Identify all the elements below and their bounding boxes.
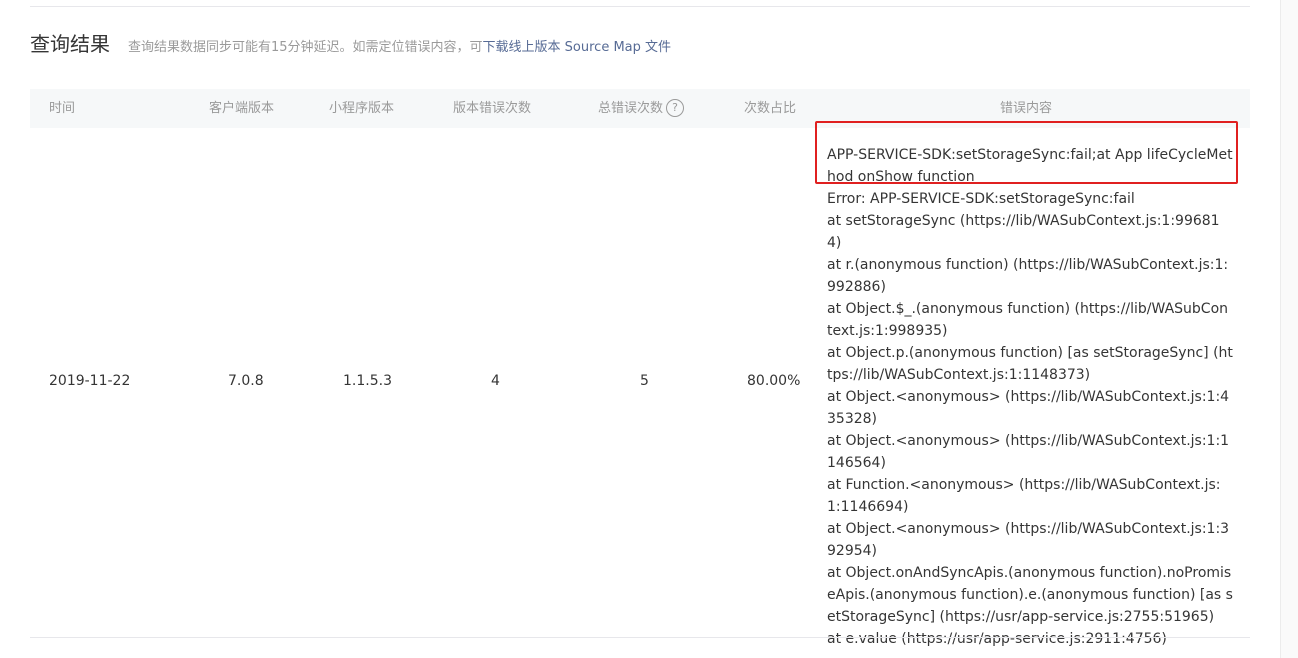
cell-ratio: 80.00% bbox=[747, 373, 801, 389]
error-line: APP-SERVICE-SDK:setStorageSync:fail;at A… bbox=[827, 147, 1233, 185]
header-client-version: 客户端版本 bbox=[209, 101, 275, 116]
error-line: at Function.<anonymous> (https://lib/WAS… bbox=[827, 477, 1221, 515]
header-total-errors: 总错误次数? bbox=[598, 89, 685, 128]
error-line: at e.value (https://usr/app-service.js:2… bbox=[827, 631, 1167, 647]
header-total-errors-label: 总错误次数 bbox=[598, 101, 664, 116]
header-mp-version: 小程序版本 bbox=[329, 101, 395, 116]
right-side-panel bbox=[1281, 0, 1298, 658]
error-line: at Object.onAndSyncApis.(anonymous funct… bbox=[827, 565, 1233, 625]
error-line: at r.(anonymous function) (https://lib/W… bbox=[827, 257, 1229, 295]
section-title: 查询结果 bbox=[30, 32, 110, 56]
error-line: at setStorageSync (https://lib/WASubCont… bbox=[827, 213, 1220, 251]
error-line: at Object.<anonymous> (https://lib/WASub… bbox=[827, 433, 1230, 471]
top-divider bbox=[30, 6, 1250, 7]
section-note: 查询结果数据同步可能有15分钟延迟。如需定位错误内容，可 bbox=[128, 40, 483, 55]
cell-mp-version: 1.1.5.3 bbox=[343, 373, 392, 389]
error-content: APP-SERVICE-SDK:setStorageSync:fail;at A… bbox=[827, 144, 1233, 650]
help-circle-icon[interactable]: ? bbox=[666, 98, 685, 117]
cell-client-version: 7.0.8 bbox=[228, 373, 264, 389]
error-line: at Object.$_.(anonymous function) (https… bbox=[827, 301, 1229, 339]
table-row: 2019-11-22 7.0.8 1.1.5.3 4 5 80.00% APP-… bbox=[30, 128, 1250, 647]
error-line: Error: APP-SERVICE-SDK:setStorageSync:fa… bbox=[827, 191, 1135, 207]
header-error-content: 错误内容 bbox=[1000, 101, 1053, 116]
cell-time: 2019-11-22 bbox=[49, 373, 131, 389]
row-divider bbox=[30, 637, 1250, 638]
error-line: at Object.<anonymous> (https://lib/WASub… bbox=[827, 521, 1230, 559]
download-sourcemap-link[interactable]: 下载线上版本 Source Map 文件 bbox=[483, 36, 671, 55]
header-version-errors: 版本错误次数 bbox=[453, 101, 532, 116]
header-ratio: 次数占比 bbox=[744, 101, 797, 116]
cell-version-errors: 4 bbox=[491, 373, 500, 389]
section-header: 查询结果 查询结果数据同步可能有15分钟延迟。如需定位错误内容，可 下载线上版本… bbox=[30, 28, 671, 60]
cell-total-errors: 5 bbox=[640, 373, 649, 389]
error-line: at Object.<anonymous> (https://lib/WASub… bbox=[827, 389, 1230, 427]
error-line: at Object.p.(anonymous function) [as set… bbox=[827, 345, 1233, 383]
table-header: 时间 客户端版本 小程序版本 版本错误次数 总错误次数? 次数占比 错误内容 bbox=[30, 89, 1250, 128]
header-time: 时间 bbox=[49, 101, 76, 116]
